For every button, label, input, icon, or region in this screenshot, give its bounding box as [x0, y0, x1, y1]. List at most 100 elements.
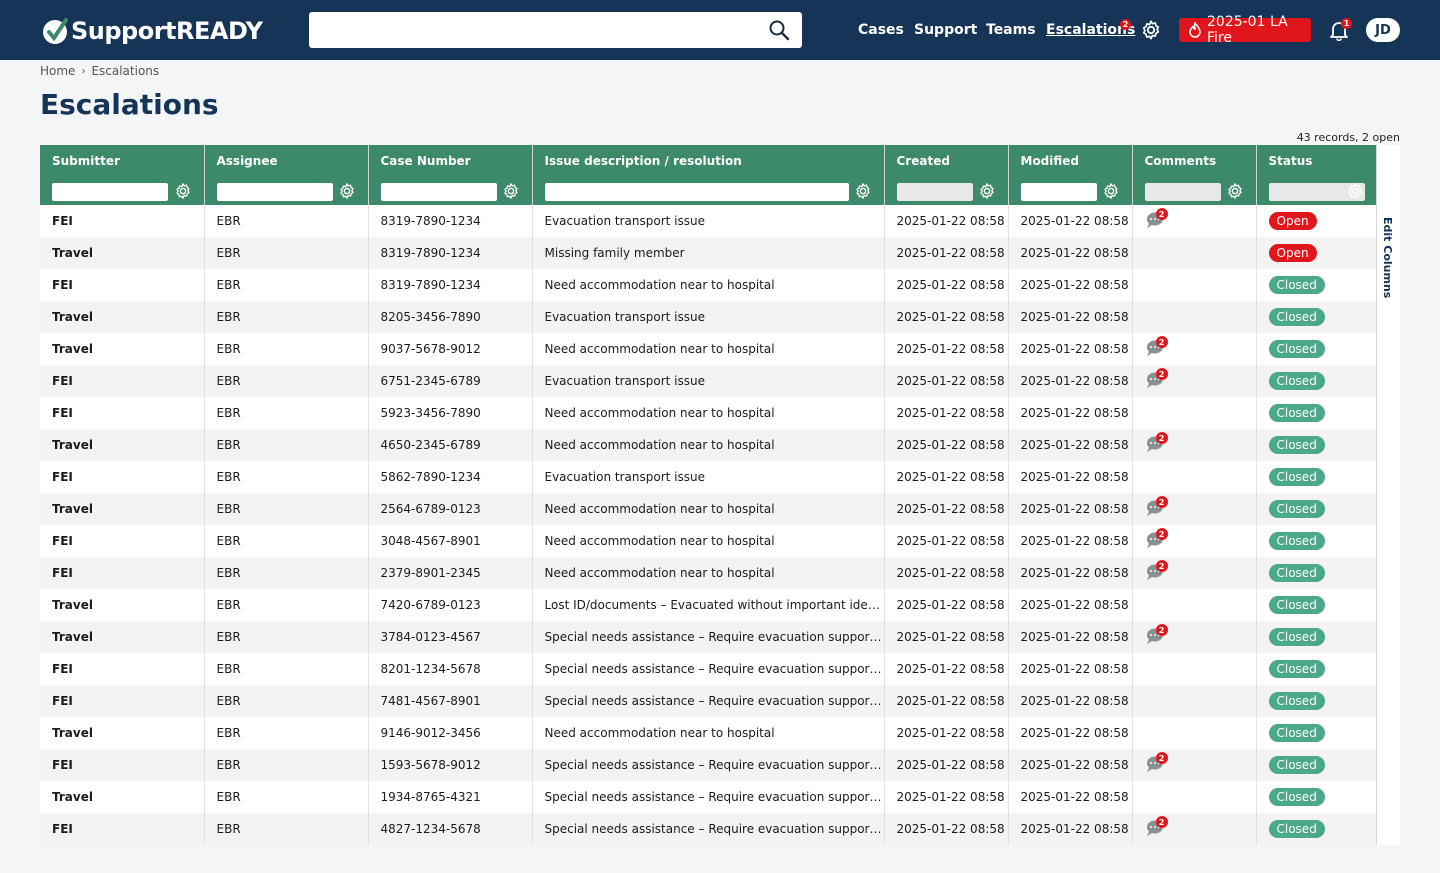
- column-header-modified[interactable]: Modified: [1008, 145, 1133, 177]
- cell-case-number[interactable]: 9146-9012-3456: [368, 717, 533, 749]
- status-badge: Closed: [1268, 660, 1325, 678]
- cell-case-number[interactable]: 7481-4567-8901: [368, 685, 533, 717]
- filter-gear-icon[interactable]: [338, 182, 356, 200]
- cell-issue: Need accommodation near to hospital: [532, 525, 885, 557]
- table-row[interactable]: FEI EBR 4827-1234-5678 Special needs assist…: [40, 813, 1377, 845]
- nav-teams[interactable]: Teams: [986, 0, 1036, 60]
- active-incident-button[interactable]: 2025-01 LA Fire: [1179, 14, 1311, 46]
- cell-case-number[interactable]: 8205-3456-7890: [368, 301, 533, 333]
- status-badge: Closed: [1268, 276, 1325, 294]
- comments-button[interactable]: 2: [1145, 336, 1168, 359]
- comments-button[interactable]: 2: [1145, 208, 1168, 231]
- comments-button[interactable]: 2: [1145, 624, 1168, 647]
- filter-input-submitter[interactable]: [52, 182, 168, 201]
- nav-cases[interactable]: Cases: [858, 0, 904, 60]
- cell-assignee: EBR: [204, 333, 369, 365]
- cell-case-number[interactable]: 8201-1234-5678: [368, 653, 533, 685]
- filter-gear-icon[interactable]: [1102, 182, 1120, 200]
- filter-gear-icon[interactable]: [174, 182, 192, 200]
- nav-support[interactable]: Support: [914, 0, 977, 60]
- table-row[interactable]: FEI EBR 5862-7890-1234 Evacuation transport…: [40, 461, 1377, 493]
- filter-input-assignee[interactable]: [216, 182, 333, 201]
- comments-button[interactable]: 2: [1145, 560, 1168, 583]
- comments-button[interactable]: 2: [1145, 432, 1168, 455]
- filter-gear-icon[interactable]: [978, 182, 996, 200]
- column-header-submitter[interactable]: Submitter: [40, 145, 205, 177]
- cell-case-number[interactable]: 5923-3456-7890: [368, 397, 533, 429]
- cell-issue: Special needs assistance – Require evacu…: [532, 781, 885, 813]
- filter-input-issue[interactable]: [544, 182, 849, 201]
- filter-gear-icon[interactable]: [1226, 182, 1244, 200]
- table-row[interactable]: Travel EBR 3784-0123-4567 Special needs ass…: [40, 621, 1377, 653]
- comments-button[interactable]: 2: [1145, 368, 1168, 391]
- cell-case-number[interactable]: 1934-8765-4321: [368, 781, 533, 813]
- comments-button[interactable]: 2: [1145, 816, 1168, 839]
- comments-button[interactable]: 2: [1145, 528, 1168, 551]
- cell-case-number[interactable]: 8319-7890-1234: [368, 205, 533, 237]
- table-row[interactable]: FEI EBR 2379-8901-2345 Need accommodation n…: [40, 557, 1377, 589]
- table-row[interactable]: Travel EBR 9146-9012-3456 Need accommodatio…: [40, 717, 1377, 749]
- cell-submitter: FEI: [40, 525, 205, 557]
- cell-case-number[interactable]: 8319-7890-1234: [368, 269, 533, 301]
- cell-case-number[interactable]: 4650-2345-6789: [368, 429, 533, 461]
- comments-button[interactable]: 2: [1145, 496, 1168, 519]
- cell-case-number[interactable]: 3048-4567-8901: [368, 525, 533, 557]
- search-input[interactable]: [319, 18, 749, 42]
- cell-case-number[interactable]: 3784-0123-4567: [368, 621, 533, 653]
- column-header-case-number[interactable]: Case Number: [368, 145, 533, 177]
- cell-case-number[interactable]: 1593-5678-9012: [368, 749, 533, 781]
- column-header-status[interactable]: Status: [1256, 145, 1377, 177]
- cell-case-number[interactable]: 8319-7890-1234: [368, 237, 533, 269]
- comment-count-badge: 2: [1155, 496, 1168, 508]
- table-row[interactable]: Travel EBR 1934-8765-4321 Special needs ass…: [40, 781, 1377, 813]
- table-row[interactable]: Travel EBR 8319-7890-1234 Missing family me…: [40, 237, 1377, 269]
- table-row[interactable]: Travel EBR 7420-6789-0123 Lost ID/documents…: [40, 589, 1377, 621]
- cell-created: 2025-01-22 08:58: [884, 621, 1009, 653]
- table-row[interactable]: FEI EBR 6751-2345-6789 Evacuation transport…: [40, 365, 1377, 397]
- column-header-created[interactable]: Created: [884, 145, 1009, 177]
- cell-status: Closed: [1256, 589, 1377, 621]
- user-avatar[interactable]: JD: [1366, 18, 1400, 42]
- table-row[interactable]: FEI EBR 3048-4567-8901 Need accommodation n…: [40, 525, 1377, 557]
- cell-assignee: EBR: [204, 525, 369, 557]
- table-row[interactable]: FEI EBR 5923-3456-7890 Need accommodation n…: [40, 397, 1377, 429]
- cell-case-number[interactable]: 6751-2345-6789: [368, 365, 533, 397]
- filter-gear-icon[interactable]: [1346, 182, 1364, 200]
- cell-case-number[interactable]: 5862-7890-1234: [368, 461, 533, 493]
- column-header-assignee[interactable]: Assignee: [204, 145, 369, 177]
- filter-input-created[interactable]: [896, 182, 973, 201]
- table-row[interactable]: FEI EBR 1593-5678-9012 Special needs assist…: [40, 749, 1377, 781]
- comments-button[interactable]: 2: [1145, 752, 1168, 775]
- cell-submitter: Travel: [40, 429, 205, 461]
- search-icon[interactable]: [768, 19, 790, 41]
- table-row[interactable]: FEI EBR 8201-1234-5678 Special needs assist…: [40, 653, 1377, 685]
- edit-columns-tab[interactable]: Edit Columns: [1376, 205, 1400, 845]
- cell-case-number[interactable]: 2379-8901-2345: [368, 557, 533, 589]
- filter-input-modified[interactable]: [1020, 182, 1097, 201]
- cell-submitter: FEI: [40, 557, 205, 589]
- table-row[interactable]: FEI EBR 7481-4567-8901 Special needs assist…: [40, 685, 1377, 717]
- cell-case-number[interactable]: 7420-6789-0123: [368, 589, 533, 621]
- cell-case-number[interactable]: 9037-5678-9012: [368, 333, 533, 365]
- table-row[interactable]: Travel EBR 2564-6789-0123 Need accommodatio…: [40, 493, 1377, 525]
- settings-gear-icon[interactable]: [1140, 19, 1162, 41]
- nav-escalations[interactable]: Escalations: [1046, 0, 1135, 60]
- table-row[interactable]: FEI EBR 8319-7890-1234 Evacuation transport…: [40, 205, 1377, 237]
- brand-logo[interactable]: SupportREADY: [42, 15, 263, 47]
- filter-gear-icon[interactable]: [502, 182, 520, 200]
- table-row[interactable]: FEI EBR 8319-7890-1234 Need accommodation n…: [40, 269, 1377, 301]
- cell-status: Closed: [1256, 717, 1377, 749]
- filter-gear-icon[interactable]: [854, 182, 872, 200]
- cell-case-number[interactable]: 2564-6789-0123: [368, 493, 533, 525]
- table-row[interactable]: Travel EBR 9037-5678-9012 Need accommodatio…: [40, 333, 1377, 365]
- column-header-issue[interactable]: Issue description / resolution: [532, 145, 885, 177]
- filter-input-comments[interactable]: [1144, 182, 1221, 201]
- table-row[interactable]: Travel EBR 4650-2345-6789 Need accommodatio…: [40, 429, 1377, 461]
- table-row[interactable]: Travel EBR 8205-3456-7890 Evacuation transp…: [40, 301, 1377, 333]
- column-header-comments[interactable]: Comments: [1132, 145, 1257, 177]
- breadcrumb-home-link[interactable]: Home: [40, 64, 75, 78]
- filter-input-case-number[interactable]: [380, 182, 497, 201]
- cell-submitter: Travel: [40, 589, 205, 621]
- cell-status: Open: [1256, 237, 1377, 269]
- cell-case-number[interactable]: 4827-1234-5678: [368, 813, 533, 845]
